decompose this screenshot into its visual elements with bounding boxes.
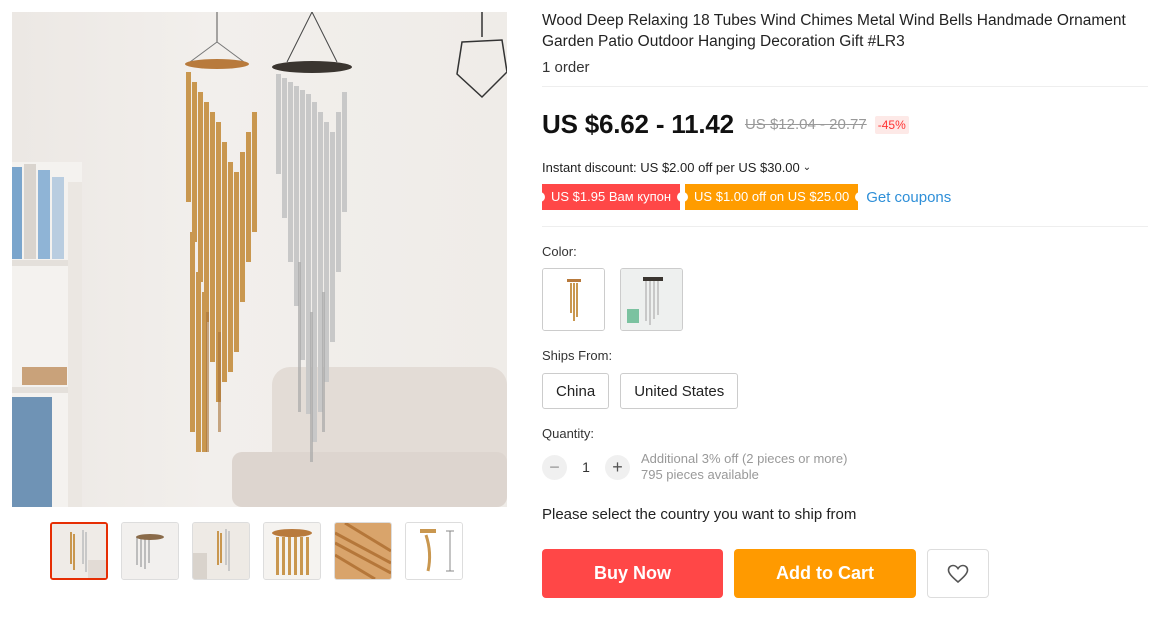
ships-from-options: China United States bbox=[542, 373, 1142, 409]
thumbnail-image bbox=[193, 523, 249, 579]
order-count: 1 order bbox=[542, 59, 590, 76]
discount-badge: -45% bbox=[874, 115, 909, 134]
select-coupon[interactable]: US $1.00 off on US $25.00 bbox=[683, 184, 861, 210]
product-info-panel: Wood Deep Relaxing 18 Tubes Wind Chimes … bbox=[539, 10, 1148, 598]
divider bbox=[542, 226, 1148, 227]
color-option-silver[interactable] bbox=[620, 268, 683, 331]
thumbnail-image bbox=[335, 523, 391, 579]
ship-country-message: Please select the country you want to sh… bbox=[542, 506, 857, 523]
thumbnail-image bbox=[122, 523, 178, 579]
color-swatch-image bbox=[543, 269, 604, 330]
quantity-value[interactable]: 1 bbox=[567, 459, 605, 475]
color-label: Color: bbox=[542, 244, 577, 259]
wind-chimes-photo bbox=[12, 12, 507, 507]
thumbnail-6[interactable] bbox=[405, 522, 463, 580]
quantity-note: Additional 3% off (2 pieces or more) 795… bbox=[641, 451, 847, 483]
ships-from-label: Ships From: bbox=[542, 348, 613, 363]
get-coupons-link[interactable]: Get coupons bbox=[866, 189, 951, 206]
quantity-label: Quantity: bbox=[542, 426, 595, 441]
wishlist-button[interactable] bbox=[927, 549, 989, 598]
current-price: US $6.62 - 11.42 bbox=[542, 109, 734, 139]
increase-quantity-button[interactable]: + bbox=[605, 454, 630, 480]
thumbnail-1[interactable] bbox=[50, 522, 108, 580]
thumbnail-image bbox=[52, 524, 106, 578]
decrease-quantity-button[interactable]: − bbox=[542, 454, 567, 480]
product-title: Wood Deep Relaxing 18 Tubes Wind Chimes … bbox=[542, 12, 1126, 50]
thumbnail-3[interactable] bbox=[192, 522, 250, 580]
action-buttons: Buy Now Add to Cart bbox=[542, 549, 1142, 598]
thumbnail-4[interactable] bbox=[263, 522, 321, 580]
instant-discount[interactable]: Instant discount: US $2.00 off per US $3… bbox=[542, 160, 1142, 175]
thumbnail-image bbox=[264, 523, 320, 579]
quantity-stepper: − 1 + Additional 3% off (2 pieces or mor… bbox=[542, 451, 1142, 483]
divider bbox=[542, 86, 1148, 87]
price-row: US $6.62 - 11.42 US $12.04 - 20.77 -45% bbox=[542, 109, 1142, 140]
color-options bbox=[542, 268, 1142, 331]
color-swatch-image bbox=[621, 269, 682, 330]
instant-discount-label: Instant discount: US $2.00 off per US $3… bbox=[542, 160, 800, 175]
store-coupon[interactable]: US $1.95 Вам купон bbox=[539, 184, 683, 210]
thumbnail-strip bbox=[50, 522, 463, 580]
chevron-down-icon: ⌄ bbox=[802, 162, 812, 173]
stock-available-text: 795 pieces available bbox=[641, 467, 759, 482]
coupon-row: US $1.95 Вам купон US $1.00 off on US $2… bbox=[539, 184, 1142, 210]
ships-from-united-states[interactable]: United States bbox=[620, 373, 739, 409]
bulk-discount-text: Additional 3% off (2 pieces or more) bbox=[641, 451, 848, 466]
thumbnail-5[interactable] bbox=[334, 522, 392, 580]
thumbnail-image bbox=[406, 523, 462, 579]
thumbnail-2[interactable] bbox=[121, 522, 179, 580]
original-price: US $12.04 - 20.77 bbox=[744, 116, 867, 133]
add-to-cart-button[interactable]: Add to Cart bbox=[734, 549, 916, 598]
ships-from-china[interactable]: China bbox=[542, 373, 610, 409]
color-option-gold[interactable] bbox=[542, 268, 605, 331]
heart-icon bbox=[947, 564, 969, 583]
buy-now-button[interactable]: Buy Now bbox=[542, 549, 723, 598]
main-product-image[interactable] bbox=[12, 12, 507, 507]
